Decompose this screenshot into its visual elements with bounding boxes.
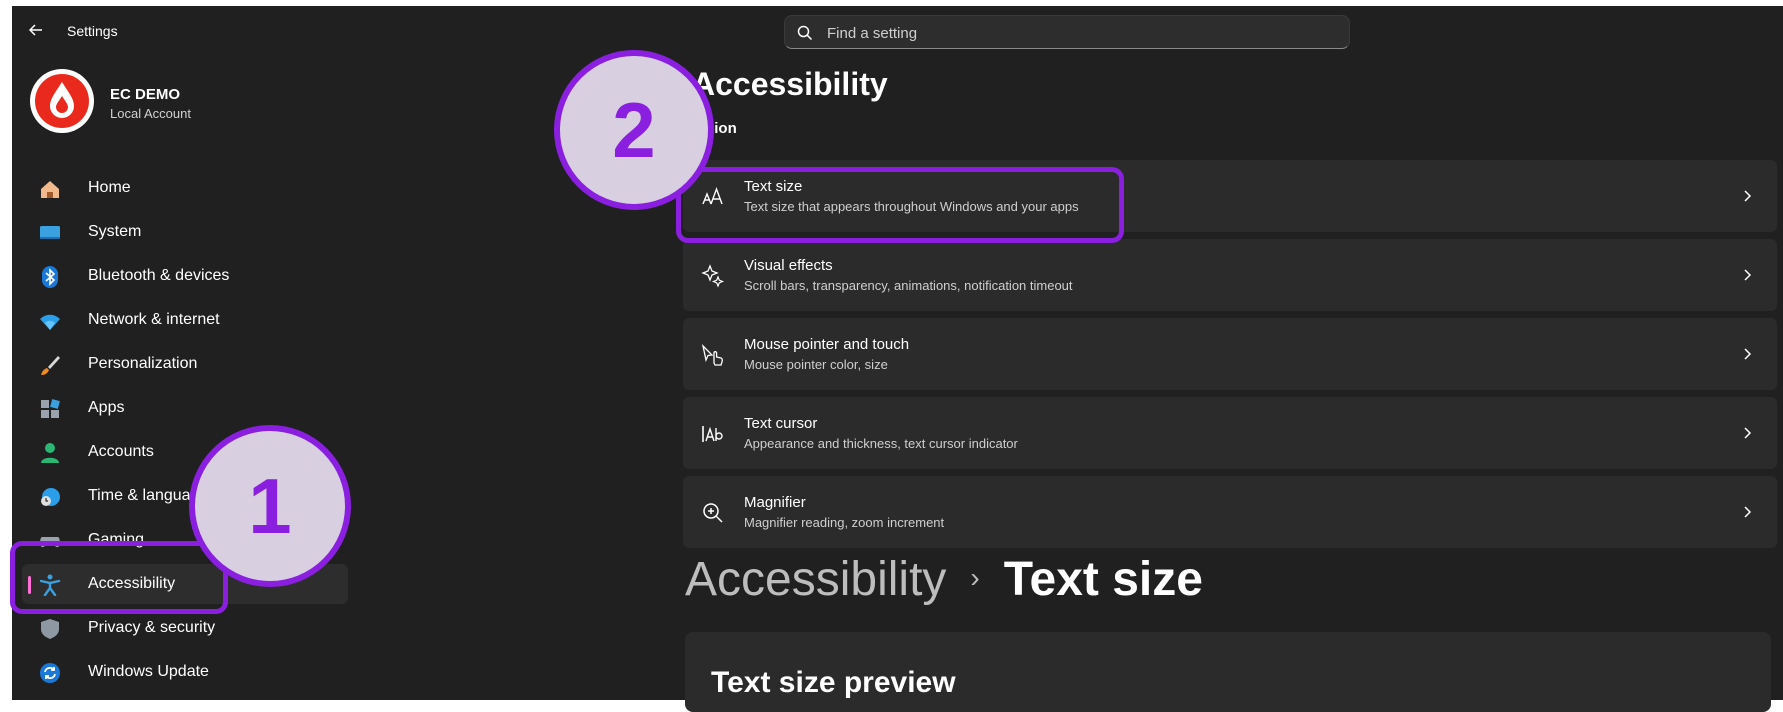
home-icon	[41, 181, 59, 198]
sparkle-icon	[701, 264, 725, 288]
back-arrow-icon	[28, 24, 42, 36]
card-title: Mouse pointer and touch	[744, 336, 910, 353]
text-cursor-icon	[702, 426, 723, 442]
avatar[interactable]	[30, 69, 94, 133]
chevron-right-icon	[1744, 190, 1752, 202]
sidebar-item-bluetooth[interactable]: Bluetooth & devices	[22, 256, 348, 296]
sidebar-item-label: Privacy & security	[88, 619, 216, 636]
sidebar-item-label: Bluetooth & devices	[88, 267, 230, 284]
card-description: Scroll bars, transparency, animations, n…	[744, 278, 1073, 293]
preview-title: Text size preview	[711, 666, 956, 699]
card-description: Appearance and thickness, text cursor in…	[744, 436, 1018, 451]
sidebar-item-personalization[interactable]: Personalization	[22, 344, 348, 384]
step-callout-2: 2	[554, 50, 714, 210]
sidebar-item-label: Home	[88, 179, 131, 196]
highlight-text-size	[676, 167, 1124, 243]
wifi-icon	[40, 314, 60, 330]
mouse-pointer-card[interactable]: Mouse pointer and touch Mouse pointer co…	[683, 318, 1777, 390]
card-title: Visual effects	[744, 257, 833, 274]
sidebar-item-label: Windows Update	[88, 663, 209, 680]
highlight-accessibility	[10, 541, 228, 614]
text-cursor-card[interactable]: Text cursor Appearance and thickness, te…	[683, 397, 1777, 469]
globe-clock-icon	[41, 488, 60, 506]
app-title: Settings	[67, 23, 118, 39]
chevron-right-icon	[1744, 506, 1752, 518]
account-type: Local Account	[110, 106, 191, 121]
bluetooth-icon	[42, 266, 58, 288]
page-title: Accessibility	[692, 66, 888, 102]
sidebar-item-label: Network & internet	[88, 311, 220, 328]
breadcrumb: Accessibility › Text size	[685, 552, 1203, 607]
card-description: Magnifier reading, zoom increment	[744, 515, 945, 530]
search-icon	[797, 25, 813, 41]
update-icon	[40, 663, 60, 683]
apps-icon	[41, 399, 60, 418]
drop-logo-icon	[35, 74, 89, 128]
search-box[interactable]	[784, 15, 1350, 50]
mouse-pointer-icon	[701, 343, 723, 366]
back-button[interactable]	[26, 20, 46, 40]
system-icon	[40, 226, 60, 239]
chevron-right-icon	[1744, 269, 1752, 281]
card-title: Magnifier	[744, 494, 806, 511]
chevron-right-icon	[1744, 348, 1752, 360]
sidebar-item-label: Accounts	[88, 443, 154, 460]
sidebar-item-label: Apps	[88, 399, 125, 416]
magnifier-card[interactable]: Magnifier Magnifier reading, zoom increm…	[683, 476, 1777, 548]
account-name: EC DEMO	[110, 86, 181, 103]
card-title: Text cursor	[744, 415, 818, 432]
sidebar-item-apps[interactable]: Apps	[22, 388, 348, 428]
step-callout-1: 1	[189, 425, 351, 587]
sidebar-item-system[interactable]: System	[22, 212, 348, 252]
sidebar-item-privacy[interactable]: Privacy & security	[22, 608, 348, 648]
sidebar-item-home[interactable]: Home	[22, 168, 348, 208]
search-input[interactable]	[825, 16, 1329, 50]
sidebar-item-network[interactable]: Network & internet	[22, 300, 348, 340]
card-description: Mouse pointer color, size	[744, 357, 888, 372]
brush-icon	[41, 356, 60, 375]
sidebar-item-windows-update[interactable]: Windows Update	[22, 652, 348, 692]
shield-icon	[41, 619, 59, 639]
sidebar-item-label: Personalization	[88, 355, 198, 372]
breadcrumb-current: Text size	[1003, 553, 1203, 606]
sidebar-item-label: System	[88, 223, 142, 240]
breadcrumb-parent[interactable]: Accessibility	[685, 553, 946, 606]
breadcrumb-separator: ›	[970, 562, 980, 593]
person-icon	[41, 443, 59, 463]
magnifier-icon	[703, 503, 723, 523]
chevron-right-icon	[1744, 427, 1752, 439]
visual-effects-card[interactable]: Visual effects Scroll bars, transparency…	[683, 239, 1777, 311]
